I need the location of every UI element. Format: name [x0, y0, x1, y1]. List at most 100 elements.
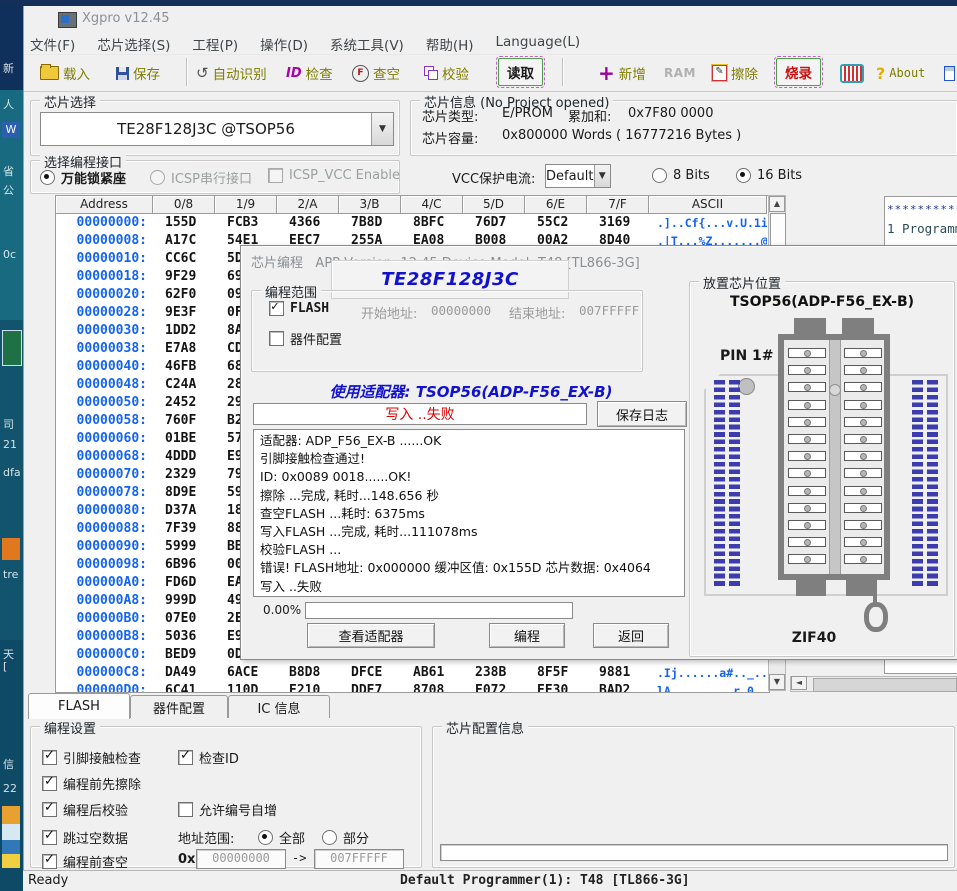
- hex-header-cell: 3/B: [339, 196, 401, 214]
- bits16-radio[interactable]: 16 Bits: [736, 168, 802, 183]
- verify-button[interactable]: 校验: [424, 60, 469, 86]
- view-adapter-button[interactable]: 查看适配器: [307, 623, 435, 648]
- hex-value: C24A: [153, 376, 215, 394]
- menu-item[interactable]: 操作(D): [260, 34, 308, 54]
- slot-pin-dot: [804, 402, 811, 409]
- back-button[interactable]: 返回: [593, 623, 669, 648]
- chevron-down-icon[interactable]: ▼: [371, 113, 393, 145]
- log-horizontal-scrollbar[interactable]: ◄: [790, 676, 957, 692]
- socket-slot: [788, 365, 826, 375]
- range-part-radio[interactable]: 部分: [322, 828, 369, 847]
- verify-after-checkbox[interactable]: 编程后校验: [42, 800, 128, 819]
- hex-address: 000000A0:: [56, 574, 153, 592]
- menu-item[interactable]: 工程(P): [192, 34, 238, 54]
- hex-row[interactable]: 00000000:155DFCB343667B8D8BFC76D755C2316…: [56, 214, 769, 232]
- chip-type-label: 芯片类型:: [422, 106, 478, 125]
- addr-to-field[interactable]: 007FFFFF: [314, 849, 404, 869]
- flash-checkbox[interactable]: FLASH: [269, 301, 329, 316]
- chip-pins-button[interactable]: [840, 60, 864, 86]
- erase-before-checkbox[interactable]: 编程前先擦除: [42, 774, 141, 793]
- load-button[interactable]: 载入: [40, 60, 90, 86]
- bits8-radio[interactable]: 8 Bits: [652, 168, 710, 183]
- log-line: 写入 ..失败: [260, 578, 678, 596]
- range-all-radio[interactable]: 全部: [258, 828, 305, 847]
- desktop-fragment: 公: [3, 182, 14, 198]
- check-id-checkbox[interactable]: 检查ID: [178, 748, 239, 767]
- desktop-fragment: tre: [3, 568, 18, 581]
- tab-device-config[interactable]: 器件配置: [130, 695, 228, 718]
- scroll-up-icon[interactable]: ▲: [769, 196, 785, 212]
- hex-value: 6C41: [153, 682, 215, 692]
- program-button[interactable]: 编程: [489, 623, 565, 648]
- hex-row[interactable]: 000000D0:6C41110DE210DDE78708E072EE30BAD…: [56, 682, 769, 692]
- pin-check-checkbox[interactable]: 引脚接触检查: [42, 748, 141, 767]
- tab-flash[interactable]: FLASH: [28, 693, 130, 719]
- desktop-background: W 新人省公0c司21dfatre天[信22: [0, 0, 23, 891]
- slot-pin-dot: [804, 505, 811, 512]
- id-check-button[interactable]: ID检查: [286, 60, 333, 86]
- menu-item[interactable]: 系统工具(V): [330, 34, 404, 54]
- blank-check-button[interactable]: F查空: [352, 60, 400, 86]
- slot-pin-dot: [860, 470, 867, 477]
- chevron-down-icon[interactable]: ▼: [594, 165, 611, 187]
- menu-item[interactable]: 芯片选择(S): [97, 34, 170, 54]
- save-button[interactable]: 保存: [116, 60, 160, 86]
- chip-select-combo[interactable]: TE28F128J3C @TSOP56 ▼: [40, 112, 394, 146]
- addr-range-label: 地址范围:: [178, 828, 234, 847]
- hex-value: DDE7: [339, 682, 401, 692]
- add-button[interactable]: +新增: [598, 60, 646, 86]
- auto-detect-button[interactable]: ↺自动识别: [196, 60, 267, 86]
- scrollbar-thumb[interactable]: [813, 678, 957, 692]
- read-button[interactable]: 读取: [498, 58, 543, 86]
- burn-button[interactable]: 烧录: [776, 58, 821, 86]
- calc-button[interactable]: 计算: [944, 60, 957, 86]
- about-button[interactable]: ?About: [876, 60, 925, 86]
- socket-slot: [788, 434, 826, 444]
- status-message: 写入 ..失败: [385, 404, 454, 424]
- addr-from-field[interactable]: 00000000: [196, 849, 286, 869]
- slot-pin-dot: [860, 453, 867, 460]
- placement-adapter-label: TSOP56(ADP-F56_EX-B): [690, 294, 954, 310]
- skip-blank-checkbox[interactable]: 跳过空数据: [42, 828, 128, 847]
- log-line: 适配器: ADP_F56_EX-B ......OK: [260, 432, 678, 450]
- auto-sn-checkbox[interactable]: 允许编号自增: [178, 800, 277, 819]
- slot-pin-dot: [860, 367, 867, 374]
- hex-address: 00000048:: [56, 376, 153, 394]
- socket-center-bar: [829, 340, 841, 574]
- socket-slot: [844, 365, 882, 375]
- scroll-down-icon[interactable]: ▼: [769, 674, 785, 690]
- socket-slot: [788, 520, 826, 530]
- socket-foot: [846, 578, 876, 596]
- vcc-combo[interactable]: Default ▼: [545, 164, 611, 188]
- slot-pin-dot: [804, 436, 811, 443]
- erase-button[interactable]: ✎擦除: [712, 60, 758, 86]
- icsp-vcc-checkbox[interactable]: ICSP_VCC Enable: [268, 168, 400, 183]
- device-config-checkbox[interactable]: 器件配置: [269, 329, 342, 348]
- slot-pin-dot: [860, 384, 867, 391]
- zif40-label: ZIF40: [754, 630, 874, 646]
- chip-config-field[interactable]: [440, 844, 948, 861]
- tab-ic-info[interactable]: IC 信息: [228, 695, 330, 718]
- status-message-box: 写入 ..失败: [253, 403, 587, 425]
- menu-item[interactable]: 帮助(H): [426, 34, 474, 54]
- icsp-radio[interactable]: ICSP串行接口: [150, 168, 252, 187]
- blank-before-checkbox[interactable]: 编程前查空: [42, 852, 128, 871]
- socket-radio[interactable]: 万能锁紧座: [40, 168, 126, 187]
- hex-address: 00000038:: [56, 340, 153, 358]
- hex-address: 00000068:: [56, 448, 153, 466]
- hex-value: B8D8: [277, 664, 339, 682]
- socket-slot: [844, 434, 882, 444]
- menu-item[interactable]: 文件(F): [30, 34, 75, 54]
- hex-address: 00000000:: [56, 214, 153, 232]
- hex-value: 9E3F: [153, 304, 215, 322]
- slot-pin-dot: [860, 522, 867, 529]
- desktop-fragment: 0c: [3, 248, 16, 261]
- scroll-left-icon[interactable]: ◄: [791, 676, 807, 690]
- desktop-fragment: [: [3, 660, 7, 673]
- menu-item[interactable]: Language(L): [496, 34, 581, 54]
- hex-row[interactable]: 000000C8:DA496ACEB8D8DFCEAB61238B8F5F988…: [56, 664, 769, 682]
- hex-value: 1DD2: [153, 322, 215, 340]
- save-log-button[interactable]: 保存日志: [597, 401, 687, 427]
- socket-lever-ring: [864, 602, 888, 632]
- hex-address: 000000C8:: [56, 664, 153, 682]
